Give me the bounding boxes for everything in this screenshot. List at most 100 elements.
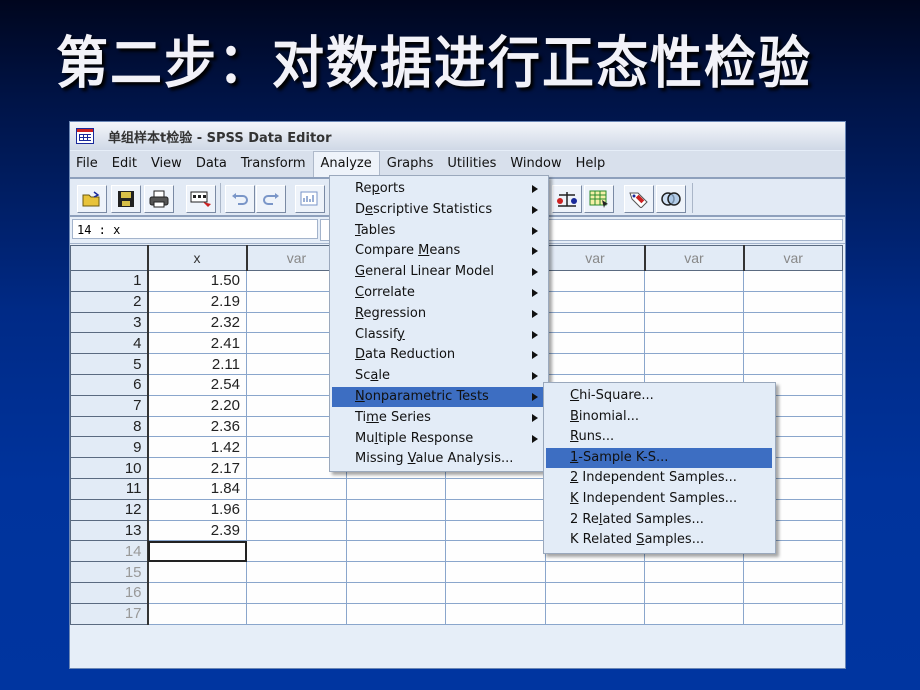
cell-empty[interactable]	[545, 332, 645, 355]
cell-x[interactable]	[147, 540, 247, 563]
cell-empty[interactable]	[743, 290, 843, 313]
cell-empty[interactable]	[445, 581, 546, 604]
cell-x[interactable]: 2.11	[147, 353, 247, 375]
menu-edit[interactable]: Edit	[105, 152, 144, 176]
menu-item-general-linear-model[interactable]: General Linear Model	[332, 262, 543, 282]
menu-analyze[interactable]: Analyze	[312, 151, 380, 177]
row-number-header[interactable]: 4	[70, 332, 149, 355]
submenu-item-k-independent-samples[interactable]: K Independent Samples...	[546, 489, 772, 509]
cell-empty[interactable]	[445, 498, 546, 521]
cell-empty[interactable]	[246, 602, 347, 625]
menu-utilities[interactable]: Utilities	[440, 152, 503, 176]
cell-empty[interactable]	[545, 581, 645, 604]
cell-x[interactable]: 2.17	[147, 457, 247, 479]
value-labels-button[interactable]	[624, 185, 654, 213]
menu-item-reports[interactable]: Reports	[332, 179, 543, 199]
cell-x[interactable]: 2.54	[147, 373, 247, 396]
dialog-recall-button[interactable]	[186, 185, 216, 213]
cell-empty[interactable]	[246, 498, 347, 521]
cell-empty[interactable]	[743, 602, 843, 625]
menu-view[interactable]: View	[144, 152, 189, 176]
cell-empty[interactable]	[743, 311, 843, 334]
select-cases-button[interactable]	[584, 185, 614, 213]
row-number-header[interactable]: 11	[70, 477, 149, 500]
row-number-header[interactable]: 3	[70, 311, 149, 334]
column-header-var[interactable]: var	[643, 245, 744, 271]
menu-file[interactable]: File	[70, 152, 105, 176]
submenu-item-chi-square[interactable]: Chi-Square...	[546, 386, 772, 406]
cell-empty[interactable]	[346, 602, 446, 625]
cell-empty[interactable]	[644, 581, 744, 604]
goto-chart-button[interactable]	[295, 185, 325, 213]
cell-x[interactable]: 1.42	[147, 436, 247, 459]
menu-item-scale[interactable]: Scale	[332, 366, 543, 386]
save-button[interactable]	[111, 185, 141, 213]
cell-empty[interactable]	[644, 332, 744, 355]
cell-x[interactable]: 1.84	[147, 477, 247, 500]
cell-x[interactable]: 2.36	[147, 415, 247, 438]
row-number-header[interactable]: 12	[70, 498, 149, 521]
grid-corner[interactable]	[70, 245, 148, 271]
menu-item-classify[interactable]: Classify	[332, 325, 543, 345]
cell-empty[interactable]	[545, 270, 645, 292]
cell-empty[interactable]	[346, 581, 446, 604]
cell-empty[interactable]	[445, 561, 546, 583]
menu-item-multiple-response[interactable]: Multiple Response	[332, 429, 543, 449]
menu-item-missing-value-analysis[interactable]: Missing Value Analysis...	[332, 449, 543, 469]
cell-empty[interactable]	[743, 581, 843, 604]
row-number-header[interactable]: 15	[70, 561, 149, 583]
cell-empty[interactable]	[246, 581, 347, 604]
menu-item-correlate[interactable]: Correlate	[332, 283, 543, 303]
cell-empty[interactable]	[545, 353, 645, 375]
cell-empty[interactable]	[246, 540, 347, 563]
cell-empty[interactable]	[644, 311, 744, 334]
menu-window[interactable]: Window	[503, 152, 568, 176]
column-header-x[interactable]: x	[146, 245, 247, 271]
menu-data[interactable]: Data	[189, 152, 234, 176]
cell-empty[interactable]	[644, 602, 744, 625]
row-number-header[interactable]: 5	[70, 353, 149, 375]
cell-empty[interactable]	[346, 561, 446, 583]
menu-item-nonparametric-tests[interactable]: Nonparametric Tests	[332, 387, 543, 407]
cell-empty[interactable]	[545, 561, 645, 583]
cell-empty[interactable]	[445, 519, 546, 542]
cell-x[interactable]: 2.41	[147, 332, 247, 355]
undo-button[interactable]	[225, 185, 255, 213]
cell-empty[interactable]	[346, 519, 446, 542]
row-number-header[interactable]: 2	[70, 290, 149, 313]
cell-x[interactable]: 2.32	[147, 311, 247, 334]
title-bar[interactable]: 单组样本t检验 - SPSS Data Editor	[70, 122, 845, 150]
cell-empty[interactable]	[246, 477, 347, 500]
menu-item-data-reduction[interactable]: Data Reduction	[332, 345, 543, 365]
cell-empty[interactable]	[644, 270, 744, 292]
menu-transform[interactable]: Transform	[234, 152, 313, 176]
cell-empty[interactable]	[644, 353, 744, 375]
row-number-header[interactable]: 10	[70, 457, 149, 479]
cell-x[interactable]: 2.39	[147, 519, 247, 542]
redo-button[interactable]	[256, 185, 286, 213]
cell-x[interactable]: 2.20	[147, 394, 247, 417]
menu-item-compare-means[interactable]: Compare Means	[332, 241, 543, 261]
cell-empty[interactable]	[545, 602, 645, 625]
use-sets-button[interactable]	[656, 185, 686, 213]
cell-x[interactable]: 2.19	[147, 290, 247, 313]
print-button[interactable]	[144, 185, 174, 213]
submenu-item-runs[interactable]: Runs...	[546, 427, 772, 447]
cell-x[interactable]	[147, 561, 247, 583]
submenu-item-binomial[interactable]: Binomial...	[546, 407, 772, 427]
submenu-item-1-sample-k-s[interactable]: 1-Sample K-S...	[546, 447, 772, 468]
menu-item-tables[interactable]: Tables	[332, 221, 543, 241]
cell-empty[interactable]	[743, 561, 843, 583]
cell-empty[interactable]	[246, 561, 347, 583]
cell-empty[interactable]	[545, 311, 645, 334]
cell-empty[interactable]	[743, 270, 843, 292]
cell-x[interactable]: 1.96	[147, 498, 247, 521]
submenu-item-k-related-samples[interactable]: K Related Samples...	[546, 530, 772, 550]
column-header-var[interactable]: var	[544, 245, 645, 271]
row-number-header[interactable]: 8	[70, 415, 149, 438]
cell-x[interactable]	[147, 602, 247, 625]
row-number-header[interactable]: 16	[70, 581, 149, 604]
menu-help[interactable]: Help	[569, 152, 613, 176]
weigh-cases-button[interactable]	[552, 185, 582, 213]
cell-reference-field[interactable]: 14 : x	[72, 219, 318, 239]
